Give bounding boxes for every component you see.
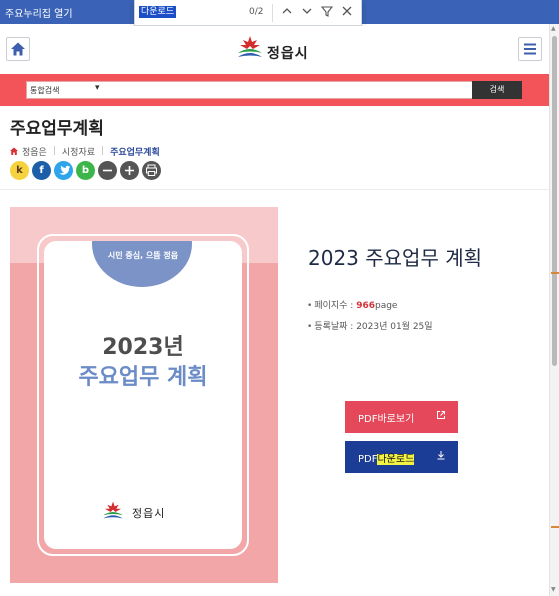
cover-year: 2023년 [102,335,184,360]
content-divider [0,189,549,190]
scroll-down-arrow-icon[interactable]: ▼ [551,586,556,593]
printer-icon [146,164,157,176]
cover-slogan-oval [92,241,192,287]
jeongeup-logo-icon [103,501,123,519]
pdf-download-prefix: PDF [358,454,378,465]
print-button[interactable] [142,161,161,180]
window-title: 주요누리집 열기 [5,9,73,20]
scrollbar-thumb[interactable] [552,36,557,366]
external-link-icon [436,410,446,423]
download-icon [436,450,446,463]
pdf-download-button[interactable]: PDF다운로드 [345,441,458,473]
breadcrumb-item[interactable]: 시정자료 [62,145,95,158]
cover-slogan: 시민 중심, 으뜸 정읍 [107,251,179,260]
caret-down-icon: ▾ [95,83,100,93]
facebook-share-button[interactable]: f [32,161,51,180]
kakaostory-share-button[interactable]: k [10,161,29,180]
find-divider [272,4,273,22]
home-button[interactable] [6,37,30,61]
vertical-scrollbar[interactable]: ▲ ▼ [549,24,559,596]
zoom-in-button[interactable] [120,161,139,180]
zoom-out-button[interactable] [98,161,117,180]
search-band: 통합검색 ▾ 검색 [0,74,549,106]
twitter-share-button[interactable] [54,161,73,180]
search-scope-select[interactable]: 통합검색 [30,85,59,96]
find-highlight: 다운로드 [377,454,415,465]
home-icon[interactable] [9,146,19,156]
document-title: 2023 주요업무 계획 [308,246,483,270]
pdf-view-label: PDF바로보기 [358,414,415,425]
logo-text: 정읍시 [267,46,309,62]
cover-card: 시민 중심, 으뜸 정읍 2023년 주요업무 계획 정읍시 [44,241,242,549]
filter-icon[interactable] [319,5,335,21]
search-button[interactable]: 검색 [472,81,522,99]
bullet-icon: • [307,301,313,311]
cover-plan-title: 주요업무 계획 [78,365,208,390]
cover-logo: 정읍시 [100,499,190,525]
page-title: 주요업무계획 [10,119,104,139]
date-label: 등록날짜 : [314,322,357,332]
plus-icon [125,166,134,175]
breadcrumb: 정읍은 | 시정자료 | 주요업무계획 [9,145,160,158]
page-count-value: 966 [356,301,375,311]
site-logo[interactable]: 정읍시 [234,33,324,67]
breadcrumb-item[interactable]: 정읍은 [22,145,47,158]
search-input[interactable]: 통합검색 ▾ [26,81,522,99]
find-match-count: 0/2 [249,7,264,17]
chevron-down-icon[interactable] [299,5,315,21]
site-header: 정읍시 [0,26,549,74]
find-match-marker [551,272,559,274]
breadcrumb-separator: | [52,146,56,156]
document-cover-image: 시민 중심, 으뜸 정읍 2023년 주요업무 계획 정읍시 [10,207,278,583]
scroll-up-arrow-icon[interactable]: ▲ [551,25,556,32]
band-share-button[interactable]: b [76,161,95,180]
find-match-marker [551,526,559,528]
cover-logo-text: 정읍시 [132,507,166,520]
date-value: 2023년 01월 25일 [356,322,433,332]
pdf-view-button[interactable]: PDF바로보기 [345,401,458,433]
chevron-up-icon[interactable] [279,5,295,21]
document-date: • 등록날짜 : 2023년 01월 25일 [307,319,433,332]
home-icon [11,42,25,56]
twitter-bird-icon [59,165,71,175]
jeongeup-logo-icon [238,36,262,57]
breadcrumb-current[interactable]: 주요업무계획 [110,145,160,158]
minus-icon [103,169,112,172]
find-input[interactable]: 다운로드 [139,6,177,18]
page-count-unit: page [374,301,398,311]
close-icon[interactable] [339,5,355,21]
hamburger-menu-icon [524,43,536,55]
breadcrumb-separator: | [101,146,105,156]
find-bar: 다운로드 0/2 [134,0,362,26]
menu-button[interactable] [518,37,542,61]
bullet-icon: • [307,322,313,332]
document-page-count: • 페이지수 : 966page [307,298,397,311]
pdf-download-label: PDF다운로드 [358,450,415,465]
page-count-label: 페이지수 : [314,301,357,311]
share-toolbar: k f b [10,161,164,180]
